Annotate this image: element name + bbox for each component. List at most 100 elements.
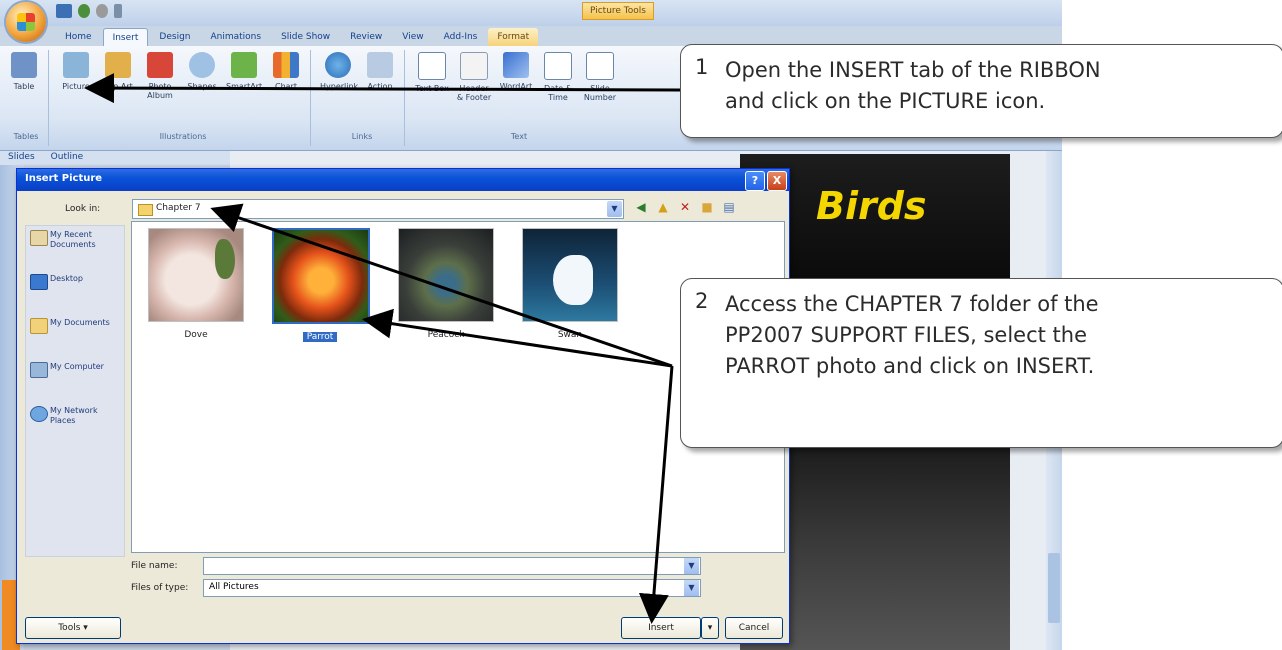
tab-view[interactable]: View [393, 28, 432, 46]
group-label-links: Links [351, 132, 373, 141]
tools-button[interactable]: Tools ▾ [25, 617, 121, 639]
place-my-documents[interactable]: My Documents [26, 314, 124, 358]
place-my-computer[interactable]: My Computer [26, 358, 124, 402]
desktop-icon [30, 274, 48, 290]
slide-number-button[interactable]: Slide Number [582, 52, 618, 114]
hyperlink-icon [325, 52, 351, 78]
tab-animations[interactable]: Animations [201, 28, 270, 46]
callout-line: Open the INSERT tab of the RIBBON [725, 58, 1101, 82]
network-places-icon [30, 406, 48, 422]
up-folder-icon[interactable]: ▲ [655, 199, 671, 215]
file-name-input[interactable]: ▼ [203, 557, 701, 575]
insert-options-button[interactable]: ▾ [701, 617, 719, 639]
scrollbar-thumb[interactable] [1048, 553, 1060, 623]
picture-tools-label: Picture Tools [582, 2, 654, 20]
look-in-label: Look in: [65, 204, 101, 214]
tab-insert[interactable]: Insert [102, 28, 149, 47]
callout-line: PP2007 SUPPORT FILES, select the [725, 323, 1088, 347]
callout-line: PARROT photo and click on INSERT. [725, 354, 1095, 378]
table-icon [11, 52, 37, 78]
callout-line: and click on the PICTURE icon. [725, 89, 1046, 113]
file-thumbnail-peacock[interactable]: Peacock [398, 228, 494, 340]
file-thumbnail-parrot[interactable]: Parrot [272, 228, 370, 342]
redo-icon[interactable] [96, 4, 108, 18]
title-bar: Picture Tools [0, 0, 1062, 26]
swan-image [522, 228, 618, 322]
look-in-dropdown[interactable]: Chapter 7 ▼ [132, 199, 624, 219]
file-name-label: Parrot [302, 332, 338, 342]
callout-number: 1 [695, 55, 709, 79]
table-button[interactable]: Table [6, 52, 42, 114]
my-computer-icon [30, 362, 48, 378]
tab-review[interactable]: Review [341, 28, 391, 46]
wordart-button[interactable]: WordArt [498, 52, 534, 114]
customize-toolbar-icon[interactable] [114, 4, 122, 18]
group-label-tables: Tables [13, 132, 39, 141]
delete-icon[interactable]: ✕ [677, 199, 693, 215]
place-my-network-places[interactable]: My Network Places [26, 402, 124, 446]
group-label-illustrations: Illustrations [159, 132, 207, 141]
ribbon-tabs: Home Insert Design Animations Slide Show… [56, 28, 539, 47]
tab-slides[interactable]: Slides [0, 151, 43, 163]
slide-title-text: Birds [816, 184, 927, 228]
places-bar: My Recent Documents Desktop My Documents… [25, 225, 125, 557]
text-box-icon [418, 52, 446, 80]
my-documents-icon [30, 318, 48, 334]
shapes-button[interactable]: Shapes [184, 52, 220, 114]
file-thumbnail-dove[interactable]: Dove [148, 228, 244, 340]
new-folder-icon[interactable]: ■ [699, 199, 715, 215]
chevron-down-icon[interactable]: ▼ [684, 558, 699, 574]
chevron-down-icon[interactable]: ▼ [684, 580, 699, 596]
cancel-button[interactable]: Cancel [725, 617, 783, 639]
tab-format[interactable]: Format [488, 28, 539, 46]
wordart-icon [503, 52, 529, 78]
place-my-recent-documents[interactable]: My Recent Documents [26, 226, 124, 270]
chevron-down-icon[interactable]: ▼ [607, 201, 622, 217]
chart-button[interactable]: Chart [268, 52, 304, 114]
tab-outline[interactable]: Outline [43, 151, 92, 163]
place-desktop[interactable]: Desktop [26, 270, 124, 314]
insert-picture-dialog: Insert Picture ? X Look in: Chapter 7 ▼ … [16, 168, 790, 644]
instruction-callout-2: 2 Access the CHAPTER 7 folder of the PP2… [680, 278, 1282, 448]
office-logo-icon [17, 13, 35, 31]
help-button[interactable]: ? [745, 171, 765, 191]
files-of-type-label: Files of type: [131, 583, 189, 593]
views-icon[interactable]: ▤ [721, 199, 737, 215]
slides-pane-tabs: Slides Outline [0, 151, 230, 165]
insert-button[interactable]: Insert [621, 617, 701, 639]
action-button[interactable]: Action [362, 52, 398, 114]
tab-add-ins[interactable]: Add-Ins [435, 28, 487, 46]
header-footer-button[interactable]: Header & Footer [456, 52, 492, 114]
dialog-title-bar: Insert Picture ? X [17, 169, 789, 191]
save-icon[interactable] [56, 4, 72, 18]
file-name-label: Dove [184, 330, 208, 340]
photo-album-button[interactable]: Photo Album [142, 52, 178, 114]
clip-art-icon [105, 52, 131, 78]
tab-design[interactable]: Design [150, 28, 199, 46]
tab-slide-show[interactable]: Slide Show [272, 28, 339, 46]
calendar-icon [544, 52, 572, 80]
tab-home[interactable]: Home [56, 28, 101, 46]
office-button[interactable] [6, 2, 46, 42]
dove-image [148, 228, 244, 322]
callout-line: Access the CHAPTER 7 folder of the [725, 292, 1099, 316]
file-name-label: Swan [557, 330, 583, 340]
text-box-button[interactable]: Text Box [414, 52, 450, 114]
hyperlink-button[interactable]: Hyperlink [320, 52, 358, 114]
back-icon[interactable]: ◀ [633, 199, 649, 215]
date-time-button[interactable]: Date & Time [540, 52, 576, 114]
header-footer-icon [460, 52, 488, 80]
clip-art-button[interactable]: Clip Art [100, 52, 136, 114]
file-thumbnail-swan[interactable]: Swan [522, 228, 618, 340]
file-name-label: File name: [131, 561, 178, 571]
quick-access-toolbar [56, 4, 122, 18]
smartart-button[interactable]: SmartArt [226, 52, 262, 114]
close-button[interactable]: X [767, 171, 787, 191]
picture-button[interactable]: Picture [58, 52, 94, 114]
shapes-icon [189, 52, 215, 78]
instruction-callout-1: 1 Open the INSERT tab of the RIBBON and … [680, 44, 1282, 138]
picture-icon [63, 52, 89, 78]
undo-icon[interactable] [78, 4, 90, 18]
files-of-type-dropdown[interactable]: All Pictures ▼ [203, 579, 701, 597]
group-label-text: Text [510, 132, 528, 141]
